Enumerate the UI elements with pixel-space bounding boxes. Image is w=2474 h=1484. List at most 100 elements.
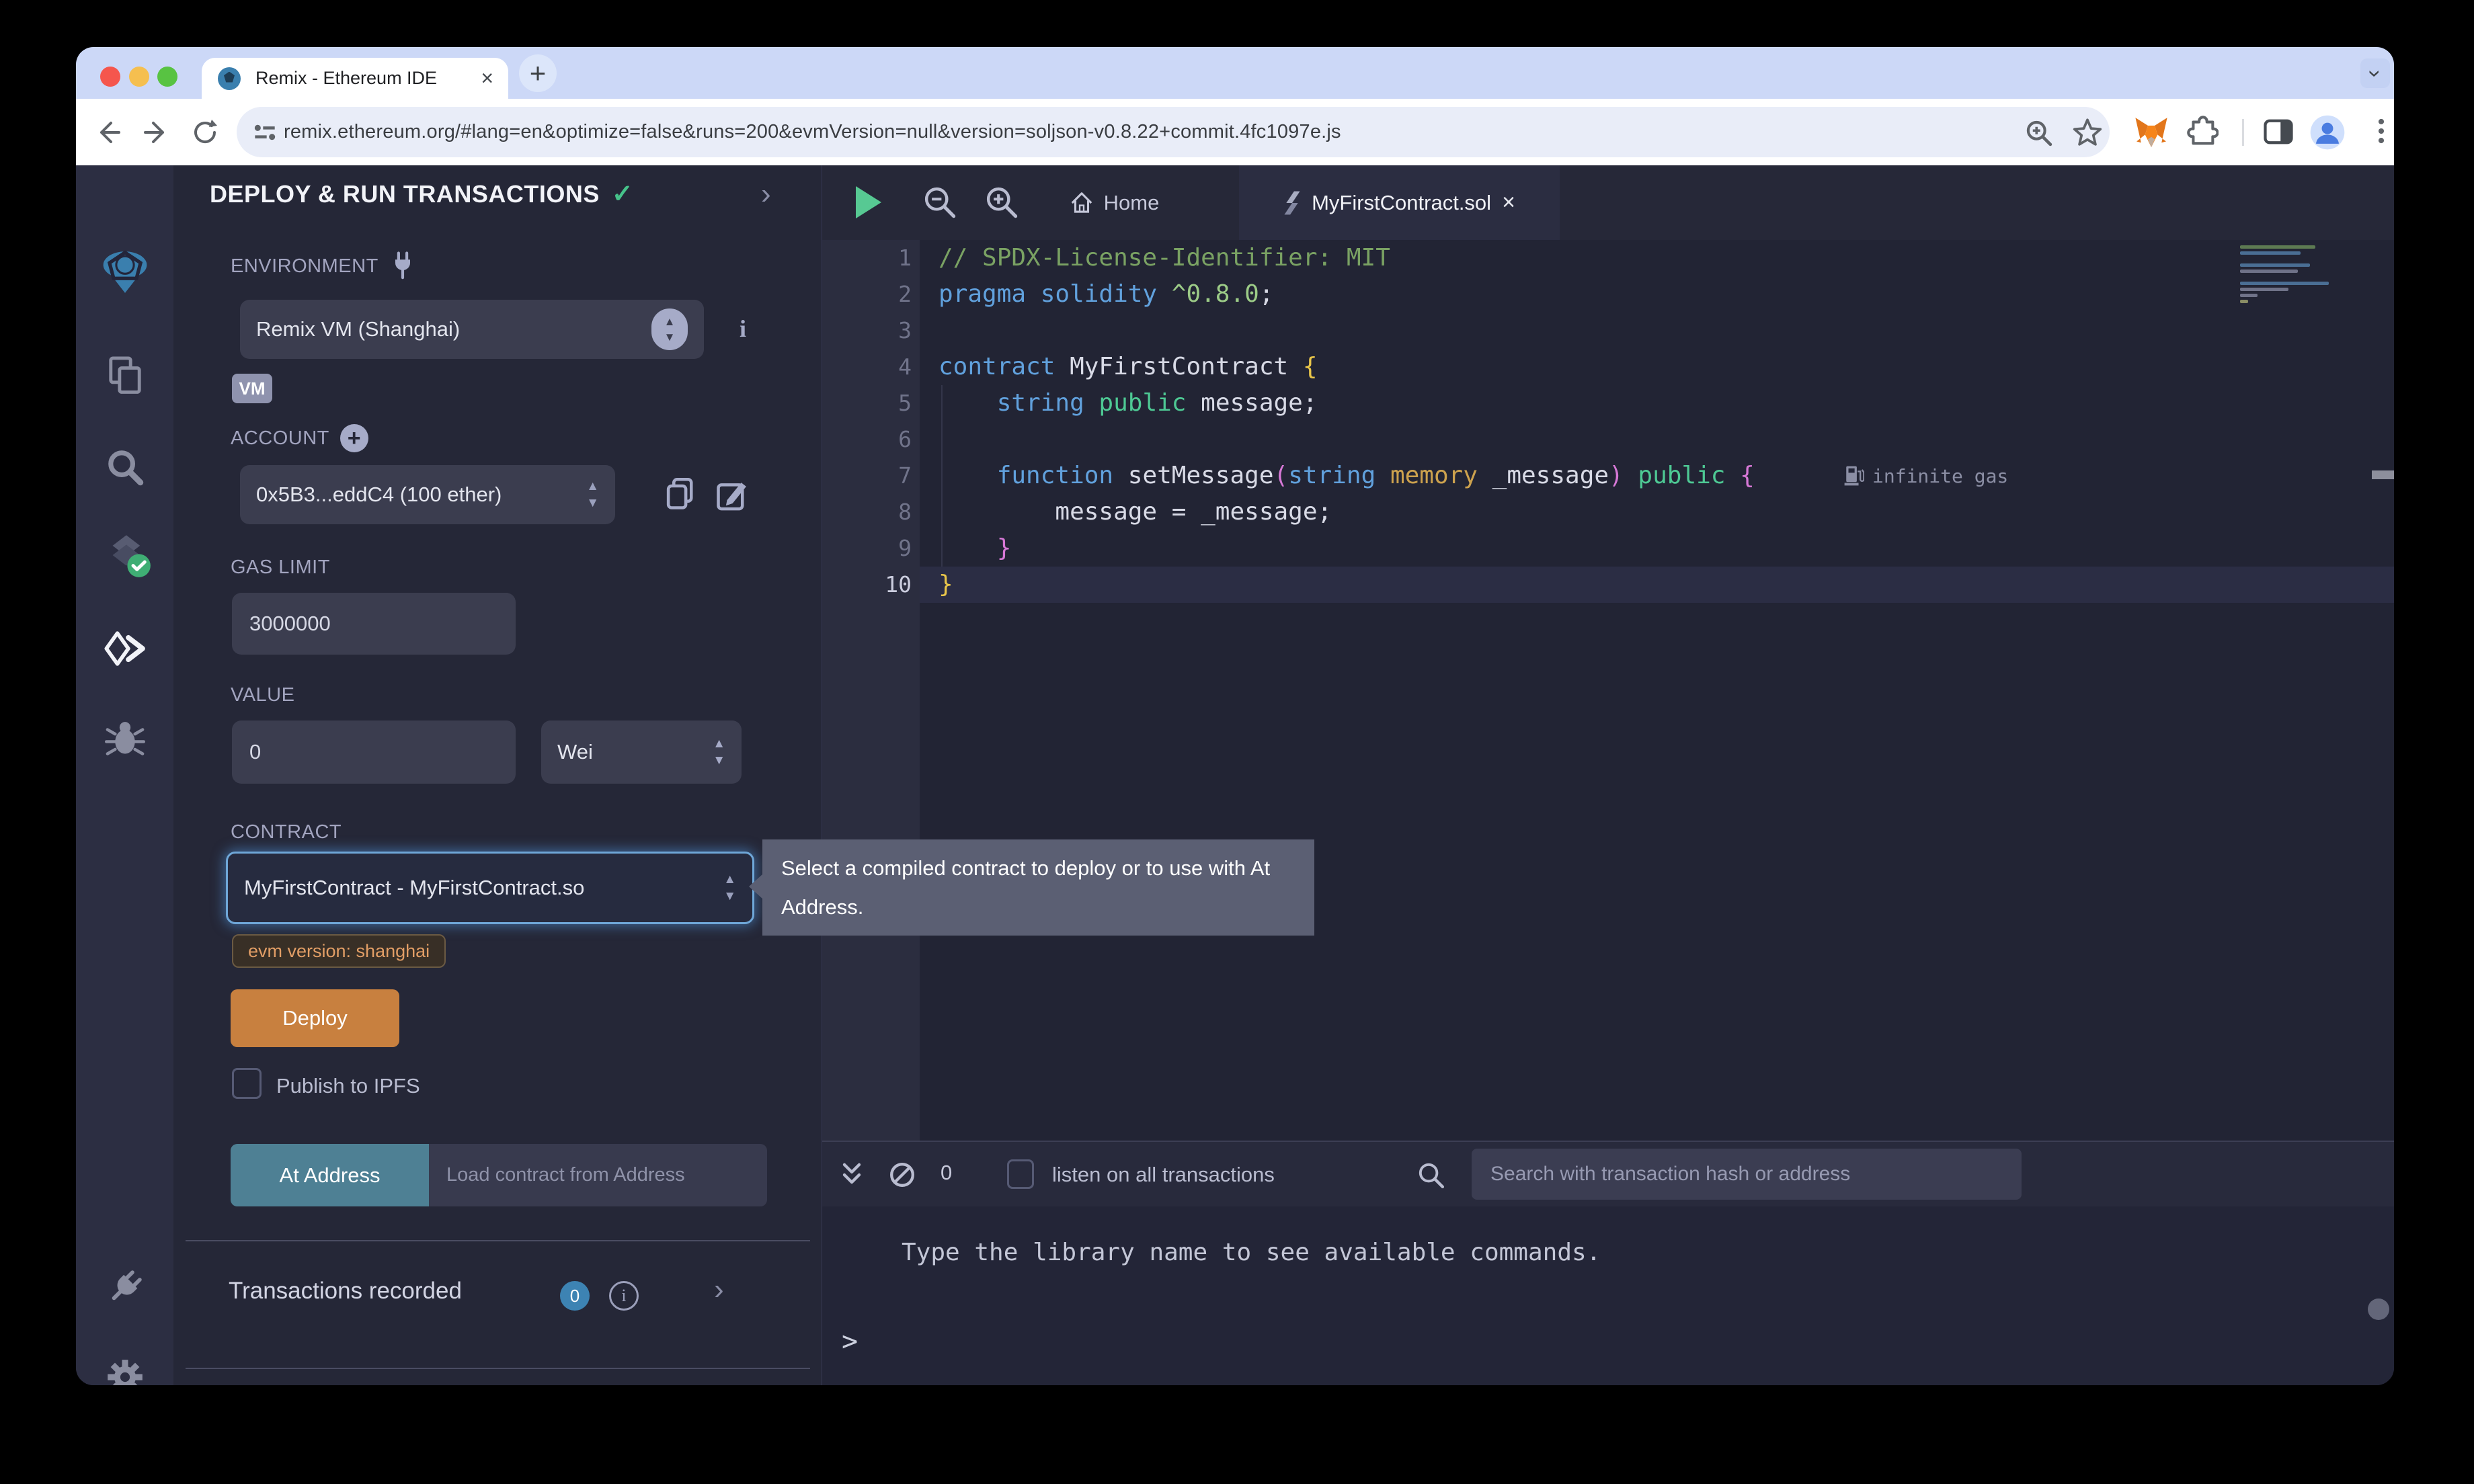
profile-avatar[interactable] — [2309, 114, 2346, 151]
environment-plug-icon[interactable] — [389, 251, 416, 281]
tab-title: Remix - Ethereum IDE — [255, 68, 437, 89]
solidity-compiler-icon[interactable] — [104, 531, 153, 579]
panel-expand-chevron-icon[interactable]: › — [761, 177, 771, 211]
publish-ipfs-checkbox[interactable] — [232, 1068, 262, 1099]
terminal-search-input[interactable] — [1472, 1149, 2022, 1200]
gas-limit-label: GAS LIMIT — [231, 554, 330, 581]
panel-divider-bottom — [186, 1368, 810, 1369]
compiled-check-icon: ✓ — [612, 180, 633, 208]
file-explorer-icon[interactable] — [104, 355, 146, 397]
contract-tooltip: Select a compiled contract to deploy or … — [762, 839, 1314, 936]
run-script-icon[interactable] — [856, 186, 881, 218]
browser-window: Remix - Ethereum IDE × + › remix.ethereu… — [76, 47, 2394, 1385]
browser-tab[interactable]: Remix - Ethereum IDE × — [202, 58, 508, 99]
bookmark-star-icon[interactable] — [2072, 117, 2103, 148]
contract-select[interactable]: MyFirstContract - MyFirstContract.so ▲▼ — [226, 852, 754, 924]
value-unit-arrows-icon: ▲▼ — [713, 737, 725, 767]
home-icon — [1069, 190, 1094, 216]
at-address-button[interactable]: At Address — [231, 1144, 429, 1206]
contract-select-arrows-icon: ▲▼ — [723, 873, 736, 903]
gas-limit-input[interactable] — [232, 593, 516, 655]
copy-account-icon[interactable] — [663, 476, 698, 513]
settings-gear-icon[interactable] — [104, 1356, 146, 1385]
editor-column: Home MyFirstContract.sol × 12345678910 /… — [822, 165, 2394, 1385]
menu-dots-icon[interactable] — [2364, 114, 2394, 148]
extensions-icon[interactable] — [2184, 114, 2219, 149]
tab-home[interactable]: Home — [1051, 165, 1176, 240]
browser-tab-bar: Remix - Ethereum IDE × + › — [76, 47, 2394, 99]
account-select-arrows-icon: ▲▼ — [586, 480, 599, 509]
contract-label: CONTRACT — [231, 819, 342, 846]
deploy-run-panel: DEPLOY & RUN TRANSACTIONS✓ › ENVIRONMENT… — [173, 165, 822, 1385]
debugger-icon[interactable] — [104, 716, 146, 758]
icon-rail — [76, 165, 174, 1385]
metamask-icon[interactable] — [2133, 114, 2169, 151]
close-window-button[interactable] — [100, 67, 120, 87]
tab-myfirstcontract[interactable]: MyFirstContract.sol × — [1239, 165, 1560, 240]
toolbar-separator — [2242, 119, 2244, 146]
account-select[interactable]: 0x5B3...eddC4 (100 ether) ▲▼ — [240, 465, 615, 524]
plugin-manager-icon[interactable] — [104, 1266, 146, 1308]
zoom-icon[interactable] — [2024, 118, 2053, 147]
evm-version-badge: evm version: shanghai — [232, 934, 446, 968]
zoom-out-icon[interactable] — [922, 184, 958, 220]
tab-close-icon[interactable]: × — [481, 66, 493, 91]
fullscreen-window-button[interactable] — [157, 67, 177, 87]
value-label: VALUE — [231, 682, 294, 708]
account-label: ACCOUNT + — [231, 423, 368, 453]
add-account-icon[interactable]: + — [340, 424, 368, 452]
editor-tab-bar: Home MyFirstContract.sol × — [822, 165, 2394, 240]
clear-console-icon[interactable] — [887, 1159, 918, 1190]
at-address-input[interactable] — [429, 1144, 767, 1206]
remix-logo-icon[interactable] — [100, 247, 150, 297]
deploy-and-run-icon[interactable] — [104, 628, 146, 669]
listen-transactions-label: listen on all transactions — [1052, 1163, 1275, 1187]
remix-app: DEPLOY & RUN TRANSACTIONS✓ › ENVIRONMENT… — [76, 165, 2394, 1385]
transactions-count-badge: 0 — [560, 1281, 590, 1311]
url-text: remix.ethereum.org/#lang=en&optimize=fal… — [284, 121, 1341, 143]
browser-toolbar: remix.ethereum.org/#lang=en&optimize=fal… — [76, 99, 2394, 165]
collapse-terminal-icon[interactable] — [837, 1161, 867, 1189]
environment-select[interactable]: Remix VM (Shanghai) ▲▼ — [240, 300, 704, 359]
transactions-info-icon[interactable]: i — [609, 1281, 639, 1311]
terminal-toolbar: 0 listen on all transactions — [822, 1141, 2394, 1206]
transactions-expand-chevron-icon[interactable]: › — [714, 1273, 724, 1307]
back-icon[interactable] — [92, 117, 123, 148]
environment-label: ENVIRONMENT — [231, 251, 416, 281]
code-lines: // SPDX-License-Identifier: MITpragma so… — [939, 240, 1755, 603]
minimap[interactable] — [2240, 245, 2334, 306]
zoom-in-icon[interactable] — [984, 184, 1020, 220]
publish-ipfs-label: Publish to IPFS — [276, 1074, 420, 1098]
listen-transactions-checkbox[interactable] — [1007, 1159, 1034, 1189]
reload-icon[interactable] — [190, 117, 221, 148]
terminal-count: 0 — [941, 1161, 952, 1185]
tab-search-chevron-icon[interactable]: › — [2360, 58, 2390, 88]
panel-title: DEPLOY & RUN TRANSACTIONS✓ — [210, 179, 633, 209]
edit-account-icon[interactable] — [714, 476, 749, 513]
side-panel-icon[interactable] — [2261, 114, 2296, 149]
panel-divider — [186, 1240, 810, 1241]
value-input[interactable] — [232, 720, 516, 784]
vm-badge: VM — [232, 374, 272, 403]
url-bar[interactable]: remix.ethereum.org/#lang=en&optimize=fal… — [237, 107, 2110, 157]
scrollbar-handle[interactable] — [2372, 470, 2394, 479]
search-icon[interactable] — [104, 446, 146, 488]
deploy-button[interactable]: Deploy — [231, 989, 399, 1047]
remix-favicon-icon — [218, 67, 241, 90]
gas-pump-icon — [1844, 464, 1864, 487]
terminal-search-icon — [1416, 1161, 1446, 1190]
terminal-content[interactable]: Type the library name to see available c… — [822, 1206, 2394, 1385]
terminal-message: Type the library name to see available c… — [902, 1239, 1601, 1266]
scroll-to-bottom-button[interactable] — [2368, 1298, 2389, 1320]
solidity-file-icon — [1283, 190, 1301, 216]
new-tab-button[interactable]: + — [519, 54, 557, 92]
minimize-window-button[interactable] — [129, 67, 149, 87]
code-editor[interactable]: 12345678910 // SPDX-License-Identifier: … — [822, 240, 2394, 1141]
environment-info-icon[interactable]: i — [740, 315, 746, 343]
forward-icon[interactable] — [141, 117, 172, 148]
environment-select-spinner-icon[interactable]: ▲▼ — [651, 308, 688, 350]
site-settings-icon[interactable] — [251, 119, 278, 146]
infinite-gas-note: infinite gas — [1844, 458, 2008, 494]
tab-close-icon[interactable]: × — [1502, 190, 1515, 216]
value-unit-select[interactable]: Wei ▲▼ — [541, 720, 742, 784]
